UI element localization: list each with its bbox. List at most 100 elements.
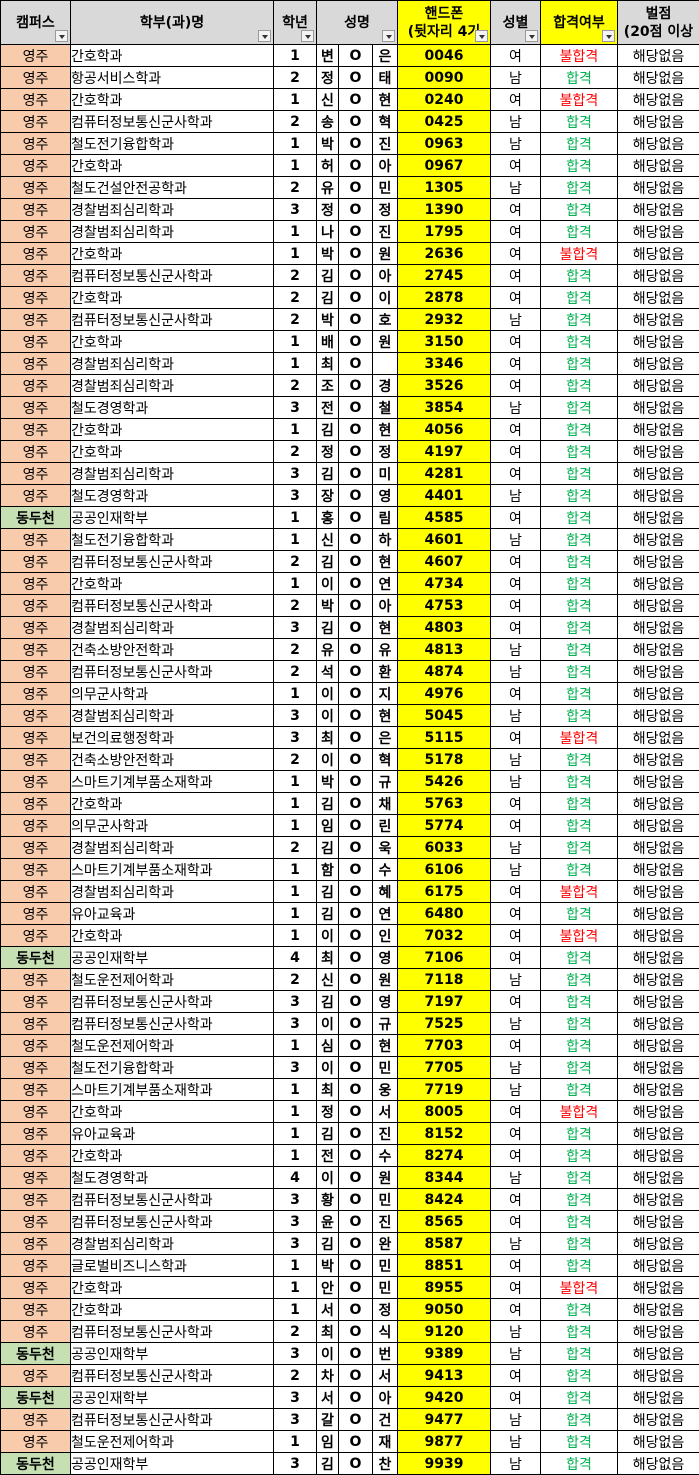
name-last-cell[interactable]: 건: [372, 1408, 398, 1431]
name-last-cell[interactable]: 민: [372, 1188, 398, 1211]
dept-cell[interactable]: 철도전기융합학과: [70, 528, 274, 551]
gender-cell[interactable]: 남: [490, 1408, 541, 1431]
gender-cell[interactable]: 남: [490, 704, 541, 727]
penalty-cell[interactable]: 해당없음: [617, 286, 699, 309]
name-last-cell[interactable]: 서: [372, 1100, 398, 1123]
phone-cell[interactable]: 5774: [397, 814, 491, 837]
grade-cell[interactable]: 4: [273, 1166, 317, 1189]
campus-cell[interactable]: 영주: [0, 990, 71, 1013]
name-last-cell[interactable]: 현: [372, 1034, 398, 1057]
campus-cell[interactable]: 영주: [0, 330, 71, 353]
phone-cell[interactable]: 4734: [397, 572, 491, 595]
name-last-cell[interactable]: 아: [372, 264, 398, 287]
name-first-cell[interactable]: 윤: [316, 1210, 339, 1233]
penalty-cell[interactable]: 해당없음: [617, 1122, 699, 1145]
dept-cell[interactable]: 철도운전제어학과: [70, 1034, 274, 1057]
campus-cell[interactable]: 영주: [0, 1276, 71, 1299]
phone-cell[interactable]: 6106: [397, 858, 491, 881]
dept-cell[interactable]: 간호학과: [70, 154, 274, 177]
name-first-cell[interactable]: 박: [316, 1254, 339, 1277]
result-cell[interactable]: 합격: [540, 418, 618, 441]
name-first-cell[interactable]: 김: [316, 550, 339, 573]
name-first-cell[interactable]: 이: [316, 704, 339, 727]
phone-cell[interactable]: 6175: [397, 880, 491, 903]
result-cell[interactable]: 합격: [540, 1034, 618, 1057]
campus-cell[interactable]: 영주: [0, 198, 71, 221]
penalty-cell[interactable]: 해당없음: [617, 528, 699, 551]
result-cell[interactable]: 불합격: [540, 726, 618, 749]
name-first-cell[interactable]: 김: [316, 616, 339, 639]
campus-cell[interactable]: 영주: [0, 528, 71, 551]
campus-cell[interactable]: 영주: [0, 770, 71, 793]
dept-cell[interactable]: 철도운전제어학과: [70, 968, 274, 991]
name-first-cell[interactable]: 서: [316, 1386, 339, 1409]
name-first-cell[interactable]: 유: [316, 176, 339, 199]
name-last-cell[interactable]: 민: [372, 1254, 398, 1277]
campus-cell[interactable]: 동두천: [0, 506, 71, 529]
name-first-cell[interactable]: 김: [316, 880, 339, 903]
phone-cell[interactable]: 8005: [397, 1100, 491, 1123]
dept-cell[interactable]: 컴퓨터정보통신군사학과: [70, 1408, 274, 1431]
phone-cell[interactable]: 9413: [397, 1364, 491, 1387]
penalty-cell[interactable]: 해당없음: [617, 308, 699, 331]
grade-cell[interactable]: 1: [273, 1122, 317, 1145]
penalty-cell[interactable]: 해당없음: [617, 198, 699, 221]
sort-filter-icon[interactable]: [475, 30, 488, 42]
phone-cell[interactable]: 9389: [397, 1342, 491, 1365]
name-middle-cell[interactable]: O: [338, 1342, 373, 1365]
result-cell[interactable]: 합격: [540, 858, 618, 881]
dept-cell[interactable]: 공공인재학부: [70, 506, 274, 529]
name-middle-cell[interactable]: O: [338, 550, 373, 573]
name-middle-cell[interactable]: O: [338, 1210, 373, 1233]
campus-cell[interactable]: 영주: [0, 814, 71, 837]
result-cell[interactable]: 불합격: [540, 1276, 618, 1299]
dept-cell[interactable]: 철도경영학과: [70, 484, 274, 507]
name-first-cell[interactable]: 이: [316, 924, 339, 947]
gender-cell[interactable]: 남: [490, 1166, 541, 1189]
penalty-cell[interactable]: 해당없음: [617, 330, 699, 353]
result-cell[interactable]: 합격: [540, 1254, 618, 1277]
phone-cell[interactable]: 2745: [397, 264, 491, 287]
filter-dropdown-icon[interactable]: [55, 30, 68, 42]
header-phone[interactable]: 핸드폰 (뒷자리 4기: [397, 0, 491, 45]
grade-cell[interactable]: 3: [273, 1342, 317, 1365]
gender-cell[interactable]: 여: [490, 792, 541, 815]
gender-cell[interactable]: 여: [490, 1298, 541, 1321]
penalty-cell[interactable]: 해당없음: [617, 792, 699, 815]
result-cell[interactable]: 합격: [540, 462, 618, 485]
gender-cell[interactable]: 여: [490, 44, 541, 67]
name-last-cell[interactable]: 채: [372, 792, 398, 815]
grade-cell[interactable]: 3: [273, 1210, 317, 1233]
grade-cell[interactable]: 1: [273, 1430, 317, 1453]
name-last-cell[interactable]: 수: [372, 1144, 398, 1167]
name-last-cell[interactable]: 철: [372, 396, 398, 419]
result-cell[interactable]: 합격: [540, 506, 618, 529]
name-last-cell[interactable]: 진: [372, 1210, 398, 1233]
name-last-cell[interactable]: 혜: [372, 880, 398, 903]
grade-cell[interactable]: 2: [273, 374, 317, 397]
penalty-cell[interactable]: 해당없음: [617, 1364, 699, 1387]
name-first-cell[interactable]: 변: [316, 44, 339, 67]
name-first-cell[interactable]: 조: [316, 374, 339, 397]
name-middle-cell[interactable]: O: [338, 1276, 373, 1299]
phone-cell[interactable]: 5178: [397, 748, 491, 771]
penalty-cell[interactable]: 해당없음: [617, 484, 699, 507]
gender-cell[interactable]: 여: [490, 506, 541, 529]
campus-cell[interactable]: 영주: [0, 924, 71, 947]
penalty-cell[interactable]: 해당없음: [617, 1188, 699, 1211]
campus-cell[interactable]: 영주: [0, 286, 71, 309]
dept-cell[interactable]: 스마트기계부품소재학과: [70, 770, 274, 793]
grade-cell[interactable]: 1: [273, 1100, 317, 1123]
campus-cell[interactable]: 영주: [0, 396, 71, 419]
penalty-cell[interactable]: 해당없음: [617, 352, 699, 375]
header-penalty[interactable]: 벌점 (20점 이상: [617, 0, 699, 45]
gender-cell[interactable]: 여: [490, 154, 541, 177]
grade-cell[interactable]: 2: [273, 968, 317, 991]
filter-dropdown-icon[interactable]: [382, 30, 395, 42]
phone-cell[interactable]: 4976: [397, 682, 491, 705]
penalty-cell[interactable]: 해당없음: [617, 220, 699, 243]
dept-cell[interactable]: 컴퓨터정보통신군사학과: [70, 110, 274, 133]
result-cell[interactable]: 합격: [540, 1364, 618, 1387]
grade-cell[interactable]: 1: [273, 1078, 317, 1101]
name-middle-cell[interactable]: O: [338, 924, 373, 947]
